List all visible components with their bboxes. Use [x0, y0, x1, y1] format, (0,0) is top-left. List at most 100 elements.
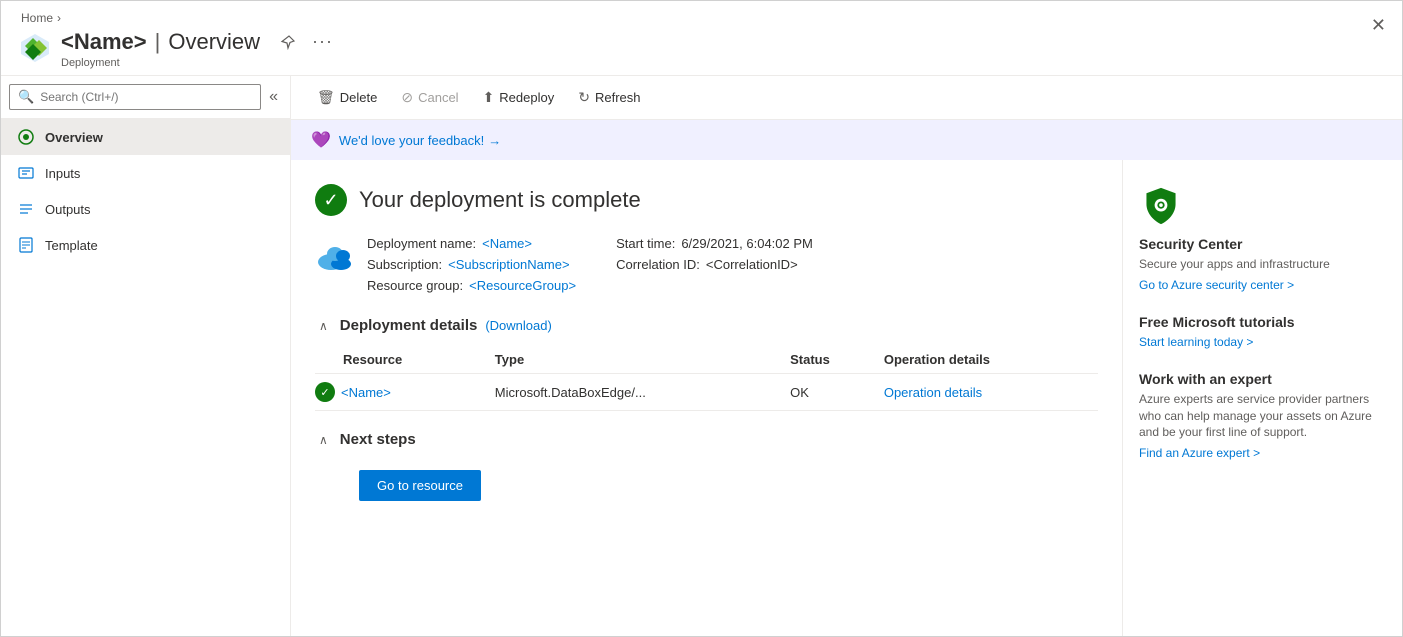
feedback-link[interactable]: We'd love your feedback! → [339, 133, 501, 148]
sidebar-item-inputs[interactable]: Inputs [1, 155, 290, 191]
collapse-sidebar-button[interactable]: « [265, 86, 282, 108]
pin-button[interactable] [276, 30, 300, 54]
sidebar-item-template[interactable]: Template [1, 227, 290, 263]
more-icon: ··· [312, 31, 333, 52]
redeploy-label: Redeploy [499, 90, 554, 105]
row-resource-link[interactable]: <Name> [341, 385, 391, 400]
col-status: Status [790, 346, 884, 374]
next-steps-collapse-button[interactable]: ∧ [315, 433, 332, 447]
col-type: Type [495, 346, 790, 374]
download-link[interactable]: (Download) [485, 318, 551, 333]
outputs-label: Outputs [45, 202, 91, 217]
search-input-wrap[interactable]: 🔍 [9, 84, 261, 110]
breadcrumb-home[interactable]: Home [21, 11, 53, 25]
right-panel: Security Center Secure your apps and inf… [1122, 160, 1402, 636]
search-input[interactable] [40, 90, 252, 104]
deployment-name-value[interactable]: <Name> [482, 236, 532, 251]
header-title-area: <Name> | Overview ··· [17, 27, 1386, 69]
sidebar: 🔍 « Overview [1, 76, 291, 636]
feedback-arrow: → [488, 133, 501, 148]
tutorials-link[interactable]: Start learning today > [1139, 335, 1253, 349]
resource-name-title: <Name> [61, 29, 147, 55]
section-title: Overview [168, 29, 260, 55]
deployment-info-wrap: Deployment name: <Name> Subscription: <S… [315, 236, 1098, 293]
security-icon-wrap [1139, 184, 1183, 228]
correlation-label: Correlation ID: [616, 257, 700, 272]
deployment-cloud-icon [315, 240, 355, 275]
feedback-text: We'd love your feedback! [339, 133, 484, 148]
collapse-icon: « [269, 88, 278, 106]
title-divider: | [155, 29, 161, 55]
info-row-name: Deployment name: <Name> [367, 236, 576, 251]
sidebar-item-overview[interactable]: Overview [1, 119, 290, 155]
toolbar: 🗑 Delete ⊘ Cancel ⬆ Redeploy ↻ Refresh [291, 76, 1402, 120]
right-content: 🗑 Delete ⊘ Cancel ⬆ Redeploy ↻ Refresh [291, 76, 1402, 636]
feedback-bar: 💜 We'd love your feedback! → [291, 120, 1402, 160]
correlation-value: <CorrelationID> [706, 257, 798, 272]
details-collapse-button[interactable]: ∧ [315, 319, 332, 333]
security-center-desc: Secure your apps and infrastructure [1139, 256, 1386, 273]
cancel-button[interactable]: ⊘ Cancel [391, 84, 468, 111]
expert-title: Work with an expert [1139, 371, 1386, 387]
success-title: Your deployment is complete [359, 187, 641, 213]
deployment-name-label: Deployment name: [367, 236, 476, 251]
info-row-subscription: Subscription: <SubscriptionName> [367, 257, 576, 272]
redeploy-icon: ⬆ [483, 89, 495, 106]
col-resource: Resource [315, 346, 495, 374]
breadcrumb[interactable]: Home › [17, 11, 1386, 25]
redeploy-button[interactable]: ⬆ Redeploy [473, 84, 565, 111]
resource-group-value[interactable]: <ResourceGroup> [469, 278, 576, 293]
feedback-icon: 💜 [311, 130, 331, 150]
info-row-start-time: Start time: 6/29/2021, 6:04:02 PM [616, 236, 813, 251]
details-header-label: Deployment details [340, 317, 478, 334]
start-time-label: Start time: [616, 236, 675, 251]
subscription-value[interactable]: <SubscriptionName> [448, 257, 569, 272]
template-label: Template [45, 238, 98, 253]
delete-button[interactable]: 🗑 Delete [307, 84, 387, 111]
row-status-cell: OK [790, 374, 884, 411]
resource-group-label: Resource group: [367, 278, 463, 293]
top-header: Home › <Name> | Overvie [1, 1, 1402, 76]
go-to-resource-button[interactable]: Go to resource [359, 470, 481, 501]
start-time-value: 6/29/2021, 6:04:02 PM [681, 236, 813, 251]
overview-label: Overview [45, 130, 103, 145]
row-operation-link[interactable]: Operation details [884, 374, 1098, 411]
info-row-correlation: Correlation ID: <CorrelationID> [616, 257, 813, 272]
header-actions: ··· [276, 27, 337, 56]
tutorials-title: Free Microsoft tutorials [1139, 314, 1386, 330]
security-shield-icon [1141, 186, 1181, 226]
delete-label: Delete [340, 90, 378, 105]
cancel-label: Cancel [418, 90, 458, 105]
deployment-content: ✓ Your deployment is complete [291, 160, 1122, 636]
success-header: ✓ Your deployment is complete [315, 184, 1098, 216]
content-panel: ✓ Your deployment is complete [291, 160, 1402, 636]
refresh-icon: ↻ [578, 89, 590, 106]
subscription-label: Subscription: [367, 257, 442, 272]
more-button[interactable]: ··· [308, 27, 337, 56]
close-button[interactable]: ✕ [1371, 15, 1386, 36]
inputs-label: Inputs [45, 166, 80, 181]
info-col-right: Start time: 6/29/2021, 6:04:02 PM Correl… [616, 236, 813, 293]
main-area: 🔍 « Overview [1, 76, 1402, 636]
security-center-section: Security Center Secure your apps and inf… [1139, 184, 1386, 292]
app-frame: Home › <Name> | Overvie [0, 0, 1403, 637]
deployment-details-section: ∧ Deployment details (Download) Resource… [315, 317, 1098, 411]
pin-icon [280, 34, 296, 50]
resource-icon [17, 30, 53, 66]
breadcrumb-chevron: › [57, 11, 61, 25]
security-center-link[interactable]: Go to Azure security center > [1139, 278, 1294, 292]
refresh-button[interactable]: ↻ Refresh [568, 84, 650, 111]
delete-icon: 🗑 [317, 89, 335, 106]
success-icon: ✓ [315, 184, 347, 216]
close-icon: ✕ [1371, 15, 1386, 35]
expert-section: Work with an expert Azure experts are se… [1139, 371, 1386, 460]
col-operation: Operation details [884, 346, 1098, 374]
row-success-icon: ✓ [315, 382, 335, 402]
sidebar-item-outputs[interactable]: Outputs [1, 191, 290, 227]
expert-desc: Azure experts are service provider partn… [1139, 391, 1386, 441]
search-icon: 🔍 [18, 89, 34, 105]
title-block: <Name> | Overview ··· [61, 27, 337, 69]
expert-link[interactable]: Find an Azure expert > [1139, 446, 1260, 460]
info-col-left: Deployment name: <Name> Subscription: <S… [367, 236, 576, 293]
next-steps-label: Next steps [340, 431, 416, 448]
